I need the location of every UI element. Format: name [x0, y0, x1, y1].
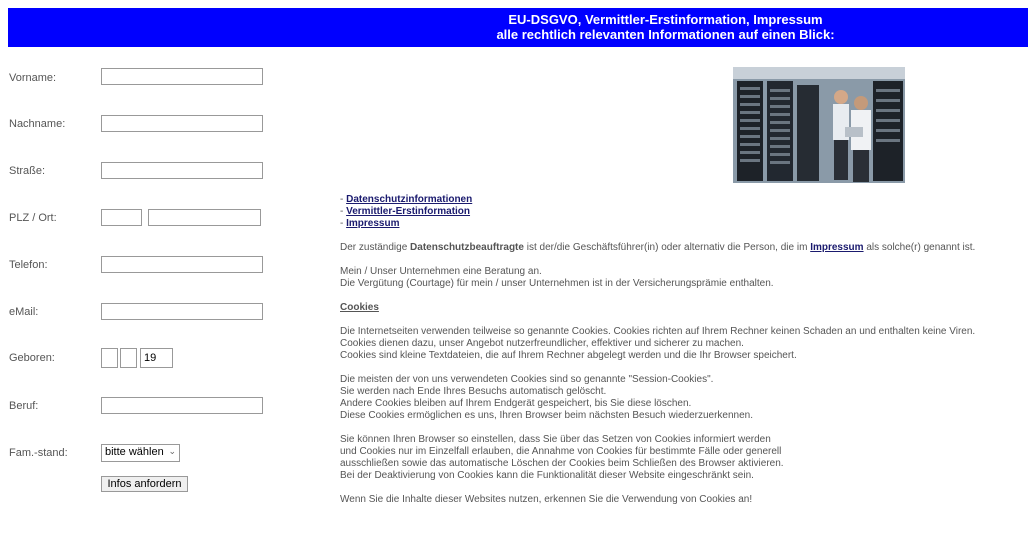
- cookies-p3-line-4: Bei der Deaktivierung von Cookies kann d…: [340, 470, 754, 481]
- famstand-selected-value: bitte wählen: [105, 446, 164, 458]
- cookies-p2-line-4: Diese Cookies ermöglichen es uns, Ihren …: [340, 410, 753, 421]
- server-room-photo: [733, 67, 905, 183]
- famstand-label: Fam.-stand:: [9, 447, 68, 459]
- impressum-inline-link[interactable]: Impressum: [810, 242, 863, 253]
- telefon-field[interactable]: [101, 256, 263, 273]
- strasse-field[interactable]: [101, 162, 263, 179]
- geboren-label: Geboren:: [9, 352, 55, 364]
- header-title: EU-DSGVO, Vermittler-Erstinformation, Im…: [508, 12, 823, 27]
- infos-anfordern-button[interactable]: Infos anfordern: [101, 476, 188, 492]
- email-label: eMail:: [9, 306, 39, 318]
- birth-month-field[interactable]: [120, 348, 137, 368]
- vorname-field[interactable]: [101, 68, 263, 85]
- header-subtitle: alle rechtlich relevanten Informationen …: [496, 27, 835, 42]
- birth-day-field[interactable]: [101, 348, 118, 368]
- nachname-label: Nachname:: [9, 118, 66, 130]
- plz-field[interactable]: [101, 209, 142, 226]
- link-row-datenschutz: - Datenschutzinformationen: [340, 194, 473, 205]
- link-row-vermittler: - Vermittler-Erstinformation: [340, 206, 471, 217]
- server-room-image: [733, 67, 905, 183]
- beratung-line-1: Mein / Unser Unternehmen eine Beratung a…: [340, 266, 542, 277]
- vorname-label: Vorname:: [9, 72, 57, 84]
- header-banner: EU-DSGVO, Vermittler-Erstinformation, Im…: [8, 8, 1028, 47]
- cookies-p2-line-1: Die meisten der von uns verwendeten Cook…: [340, 374, 714, 385]
- cookies-heading: Cookies: [340, 302, 379, 313]
- dsb-bold: Datenschutzbeauftragte: [410, 242, 524, 253]
- cookies-p2-line-3: Andere Cookies bleiben auf Ihrem Endgerä…: [340, 398, 692, 409]
- ort-field[interactable]: [148, 209, 261, 226]
- cookies-p1-line-3: Cookies sind kleine Textdateien, die auf…: [340, 350, 797, 361]
- telefon-label: Telefon:: [9, 259, 48, 271]
- cookies-p2-line-2: Sie werden nach Ende Ihres Besuchs autom…: [340, 386, 607, 397]
- cookies-p1-line-1: Die Internetseiten verwenden teilweise s…: [340, 326, 976, 337]
- datenschutz-link[interactable]: Datenschutzinformationen: [346, 194, 472, 205]
- cookies-p1-line-2: Cookies dienen dazu, unser Angebot nutze…: [340, 338, 744, 349]
- famstand-select[interactable]: bitte wählen ⌄: [101, 444, 180, 462]
- beratung-line-2: Die Vergütung (Courtage) für mein / unse…: [340, 278, 774, 289]
- chevron-down-icon: ⌄: [168, 446, 176, 456]
- info-content: - Datenschutzinformationen - Vermittler-…: [340, 194, 1020, 506]
- beruf-field[interactable]: [101, 397, 263, 414]
- vermittler-link[interactable]: Vermittler-Erstinformation: [346, 206, 470, 217]
- impressum-link[interactable]: Impressum: [346, 218, 399, 229]
- cookies-p4-line-1: Wenn Sie die Inhalte dieser Websites nut…: [340, 494, 753, 505]
- dsb-paragraph: Der zuständige Datenschutzbeauftragte is…: [340, 242, 976, 253]
- cookies-p3-line-1: Sie können Ihren Browser so einstellen, …: [340, 434, 771, 445]
- cookies-p3-line-2: und Cookies nur im Einzelfall erlauben, …: [340, 446, 782, 457]
- email-field[interactable]: [101, 303, 263, 320]
- nachname-field[interactable]: [101, 115, 263, 132]
- link-row-impressum: - Impressum: [340, 218, 400, 229]
- cookies-p3-line-3: ausschließen sowie das automatische Lösc…: [340, 458, 784, 469]
- birth-year-field[interactable]: 19: [140, 348, 173, 368]
- plz-ort-label: PLZ / Ort:: [9, 212, 57, 224]
- strasse-label: Straße:: [9, 165, 46, 177]
- beruf-label: Beruf:: [9, 400, 39, 412]
